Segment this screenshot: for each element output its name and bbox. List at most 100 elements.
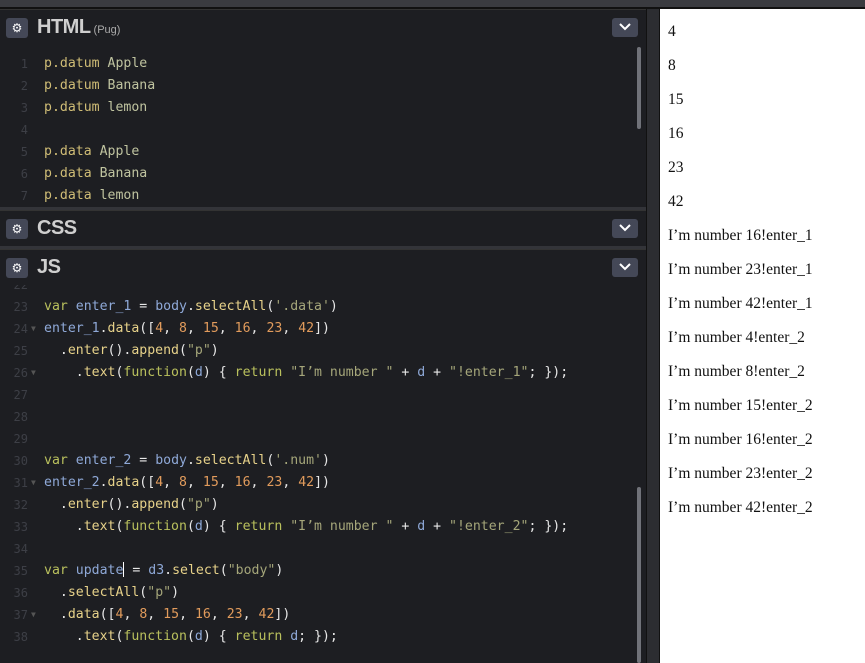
line-number: 35 <box>13 564 28 578</box>
line-number: 30 <box>13 454 28 468</box>
code-token: (). <box>107 343 132 358</box>
code-token: , <box>250 321 267 336</box>
code-token: . <box>44 585 68 600</box>
code-text: p.data Apple <box>44 141 139 163</box>
code-line: 33 .text(function(d) { return "I’m numbe… <box>0 516 630 538</box>
pug-text: lemon <box>91 188 140 203</box>
chevron-down-icon <box>619 263 631 271</box>
fold-arrow-icon[interactable]: ▼ <box>31 472 36 494</box>
code-token: 4 <box>155 475 164 490</box>
line-number: 23 <box>13 300 28 314</box>
code-token: . <box>44 629 84 644</box>
code-token: data <box>107 475 140 490</box>
js-collapse-button[interactable] <box>612 258 638 277</box>
code-token: 4 <box>155 321 164 336</box>
code-line: 36 .selectAll("p") <box>0 582 630 604</box>
code-text: .text(function(d) { return "I’m number "… <box>44 362 568 384</box>
html-scrollbar[interactable] <box>637 47 641 129</box>
code-token: ) <box>275 563 284 578</box>
code-token: 15 <box>202 475 219 490</box>
line-number: 2 <box>20 79 28 93</box>
output-paragraph: 16 <box>668 125 684 142</box>
code-token: , <box>163 321 180 336</box>
css-collapse-button[interactable] <box>612 219 638 238</box>
code-line: 7 p.data lemon <box>0 185 630 207</box>
code-token: select <box>172 563 220 578</box>
code-token: + <box>425 519 450 534</box>
code-text: .enter().append("p") <box>44 494 219 516</box>
code-token: . <box>99 321 108 336</box>
js-settings-button[interactable]: ⚙ <box>6 258 28 278</box>
css-settings-button[interactable]: ⚙ <box>6 219 28 239</box>
code-token: 8 <box>179 475 187 490</box>
code-line: 35 var update = d3.select("body") <box>0 560 630 582</box>
code-token: append <box>131 497 179 512</box>
code-token: 15 <box>163 607 180 622</box>
code-token: , <box>282 475 299 490</box>
code-token: d3 <box>148 563 165 578</box>
code-token: ( <box>186 519 195 534</box>
code-token: 42 <box>298 321 315 336</box>
code-token: ( <box>186 629 195 644</box>
code-text: p.data lemon <box>44 185 139 207</box>
code-token: = <box>131 299 156 314</box>
code-token: ]) <box>314 321 330 336</box>
code-token: + <box>393 365 418 380</box>
line-number: 38 <box>13 630 28 644</box>
code-line: 26 ▼ .text(function(d) { return "I’m numb… <box>0 362 630 384</box>
code-token: ) <box>321 453 330 468</box>
code-token: '.data' <box>274 299 330 314</box>
js-scrollbar[interactable] <box>637 487 641 663</box>
code-text: .selectAll("p") <box>44 582 179 604</box>
code-token: , <box>242 607 259 622</box>
gear-icon: ⚙ <box>11 21 23 35</box>
code-text: .text(function(d) { return "I’m number "… <box>44 516 568 538</box>
html-code-editor[interactable]: 1 p.datum Apple 2 p.datum Banana 3 p.datum le… <box>0 45 646 207</box>
code-token: . <box>186 299 195 314</box>
html-settings-button[interactable]: ⚙ <box>6 18 28 38</box>
output-paragraph: I’m number 42!enter_2 <box>668 499 813 516</box>
code-line: 6 p.data Banana <box>0 163 630 185</box>
code-token: ( <box>219 563 228 578</box>
css-panel-header: ⚙ CSS <box>0 210 646 246</box>
fold-arrow-icon[interactable]: ▼ <box>31 362 36 384</box>
code-token: ) { <box>202 365 235 380</box>
code-token: , <box>186 475 203 490</box>
fold-arrow-icon[interactable]: ▼ <box>31 604 36 626</box>
top-bar <box>0 0 865 9</box>
line-number: 3 <box>20 101 28 115</box>
editor-output-resize-handle[interactable] <box>646 9 660 663</box>
code-token: return <box>234 365 283 380</box>
code-text: p.datum lemon <box>44 97 147 119</box>
code-token: d <box>290 629 299 644</box>
line-number: 5 <box>20 145 28 159</box>
code-token: , <box>163 475 180 490</box>
code-token: ) <box>210 497 219 512</box>
code-line: 25 .enter().append("p") <box>0 340 630 362</box>
code-token: , <box>186 321 203 336</box>
code-token: "I’m number " <box>290 519 394 534</box>
html-collapse-button[interactable] <box>612 18 638 37</box>
fold-arrow-icon[interactable]: ▼ <box>31 318 36 340</box>
code-token: ; }); <box>528 519 569 534</box>
js-code-editor[interactable]: 22 23 var enter_1 = body.selectAll('.data'… <box>0 285 646 663</box>
output-paragraph: I’m number 42!enter_1 <box>668 295 813 312</box>
code-token: , <box>282 321 299 336</box>
output-paragraph: I’m number 15!enter_2 <box>668 397 813 414</box>
code-token: . <box>44 497 68 512</box>
line-number: 29 <box>13 432 28 446</box>
code-token: ) <box>171 585 180 600</box>
code-token: ([ <box>99 607 116 622</box>
line-number: 33 <box>13 520 28 534</box>
code-token: . <box>44 343 68 358</box>
code-token: enter_1 <box>44 321 100 336</box>
chevron-down-icon <box>619 23 631 31</box>
code-token: body <box>155 299 187 314</box>
code-line: 29 <box>0 428 630 450</box>
code-token: 16 <box>234 321 251 336</box>
code-token: . <box>186 453 195 468</box>
code-line: 37 ▼ .data([4, 8, 15, 16, 23, 42]) <box>0 604 630 626</box>
code-line: 4 <box>0 119 630 141</box>
